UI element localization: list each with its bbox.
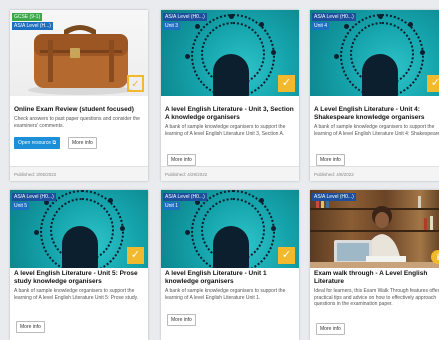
resource-card[interactable]: GCSE (9-1) AS/A Level (H...) ✓ Online Ex… — [10, 10, 148, 181]
icon-dot — [195, 24, 200, 29]
checkmark-icon[interactable]: ✓ — [127, 247, 144, 264]
external-link-icon: ⧉ — [52, 140, 57, 146]
info-icon[interactable]: i — [431, 250, 439, 264]
icon-dot — [271, 226, 276, 231]
icon-dot — [229, 14, 234, 19]
level-badge: AS/A Level (H0...) — [312, 193, 356, 201]
level-badge: AS/A Level (H0...) — [12, 193, 56, 201]
icon-dot — [259, 198, 264, 203]
card-title[interactable]: Exam walk through - A Level English Lite… — [314, 270, 439, 286]
more-info-button[interactable]: More info — [316, 154, 345, 166]
head-silhouette — [362, 54, 398, 96]
card-description: A bank of sample knowledge organisers to… — [314, 124, 439, 137]
card-thumbnail: GCSE (9-1) AS/A Level (H...) ✓ — [10, 10, 148, 96]
icon-dot — [120, 226, 125, 231]
card-footer: Published: 4/8/2022 — [310, 166, 439, 181]
resource-card[interactable]: AS/A Level (H0...) Unit 4 ✓ A Level Engl… — [310, 10, 439, 181]
card-thumbnail: AS/A Level (H0...) i — [310, 190, 439, 268]
card-description: A bank of sample knowledge organisers to… — [14, 288, 139, 301]
card-title[interactable]: A Level English Literature - Unit 4: Sha… — [314, 106, 439, 122]
more-info-button[interactable]: More info — [167, 314, 196, 326]
checkmark-icon[interactable]: ✓ — [278, 247, 295, 264]
resource-card[interactable]: AS/A Level (H0...) Unit 3 ✓ A level Engl… — [161, 10, 299, 181]
card-title[interactable]: A level English Literature - Unit 5: Pro… — [14, 270, 145, 286]
card-title[interactable]: A level English Literature - Unit 1 know… — [165, 270, 296, 286]
open-resource-label: Open resource — [18, 140, 52, 146]
open-resource-button[interactable]: Open resource ⧉ — [14, 137, 61, 149]
more-info-button[interactable]: More info — [316, 323, 345, 335]
icon-dot — [34, 230, 39, 235]
card-footer: Published: 4/29/2022 — [161, 166, 299, 181]
card-description: Ideal for learners, this Exam Walk Throu… — [314, 288, 439, 307]
icon-dot — [408, 22, 413, 27]
icon-dot — [420, 50, 425, 55]
unit-badge: Unit 1 — [163, 202, 181, 210]
resource-card[interactable]: AS/A Level (H0...) Unit 5 ✓ A level Engl… — [10, 190, 148, 340]
head-silhouette — [213, 226, 249, 268]
resource-card[interactable]: AS/A Level (H0...) i Exam walk through -… — [310, 190, 439, 340]
icon-dot — [259, 22, 264, 27]
card-description: Check answers to past paper questions an… — [14, 116, 140, 129]
unit-badge: Unit 4 — [312, 22, 330, 30]
level-badge: AS/A Level (H0...) — [163, 193, 207, 201]
level-badge: AS/A Level (H0...) — [312, 13, 356, 21]
icon-dot — [334, 54, 339, 59]
head-silhouette — [213, 54, 249, 96]
icon-dot — [271, 50, 276, 55]
spec-badge: AS/A Level (H...) — [12, 22, 53, 30]
card-thumbnail: AS/A Level (H0...) Unit 3 ✓ — [161, 10, 299, 96]
level-badge: AS/A Level (H0...) — [163, 13, 207, 21]
head-silhouette — [62, 226, 98, 268]
card-title[interactable]: Online Exam Review (student focused) — [14, 106, 145, 114]
card-thumbnail: AS/A Level (H0...) Unit 4 ✓ — [310, 10, 439, 96]
checkmark-icon[interactable]: ✓ — [427, 75, 439, 92]
checkmark-icon[interactable]: ✓ — [127, 75, 144, 92]
icon-dot — [378, 14, 383, 19]
icon-dot — [344, 24, 349, 29]
card-description: A bank of sample knowledge organisers to… — [165, 288, 286, 301]
level-badge: GCSE (9-1) — [12, 13, 43, 21]
more-info-button[interactable]: More info — [68, 137, 97, 149]
unit-badge: Unit 5 — [12, 202, 30, 210]
resource-card[interactable]: AS/A Level (H0...) Unit 1 ✓ A level Engl… — [161, 190, 299, 340]
icon-dot — [108, 198, 113, 203]
icon-dot — [185, 54, 190, 59]
card-thumbnail: AS/A Level (H0...) Unit 5 ✓ — [10, 190, 148, 268]
card-thumbnail: AS/A Level (H0...) Unit 1 ✓ — [161, 190, 299, 268]
card-description: A bank of sample knowledge organisers to… — [165, 124, 286, 137]
card-title[interactable]: A level English Literature - Unit 3, Sec… — [165, 106, 296, 122]
icon-dot — [185, 230, 190, 235]
more-info-button[interactable]: More info — [167, 154, 196, 166]
more-info-button[interactable]: More info — [16, 321, 45, 333]
unit-badge: Unit 3 — [163, 22, 181, 30]
card-footer: Published: 3/05/2022 — [10, 166, 148, 181]
student-photo — [310, 206, 439, 268]
checkmark-icon[interactable]: ✓ — [278, 75, 295, 92]
